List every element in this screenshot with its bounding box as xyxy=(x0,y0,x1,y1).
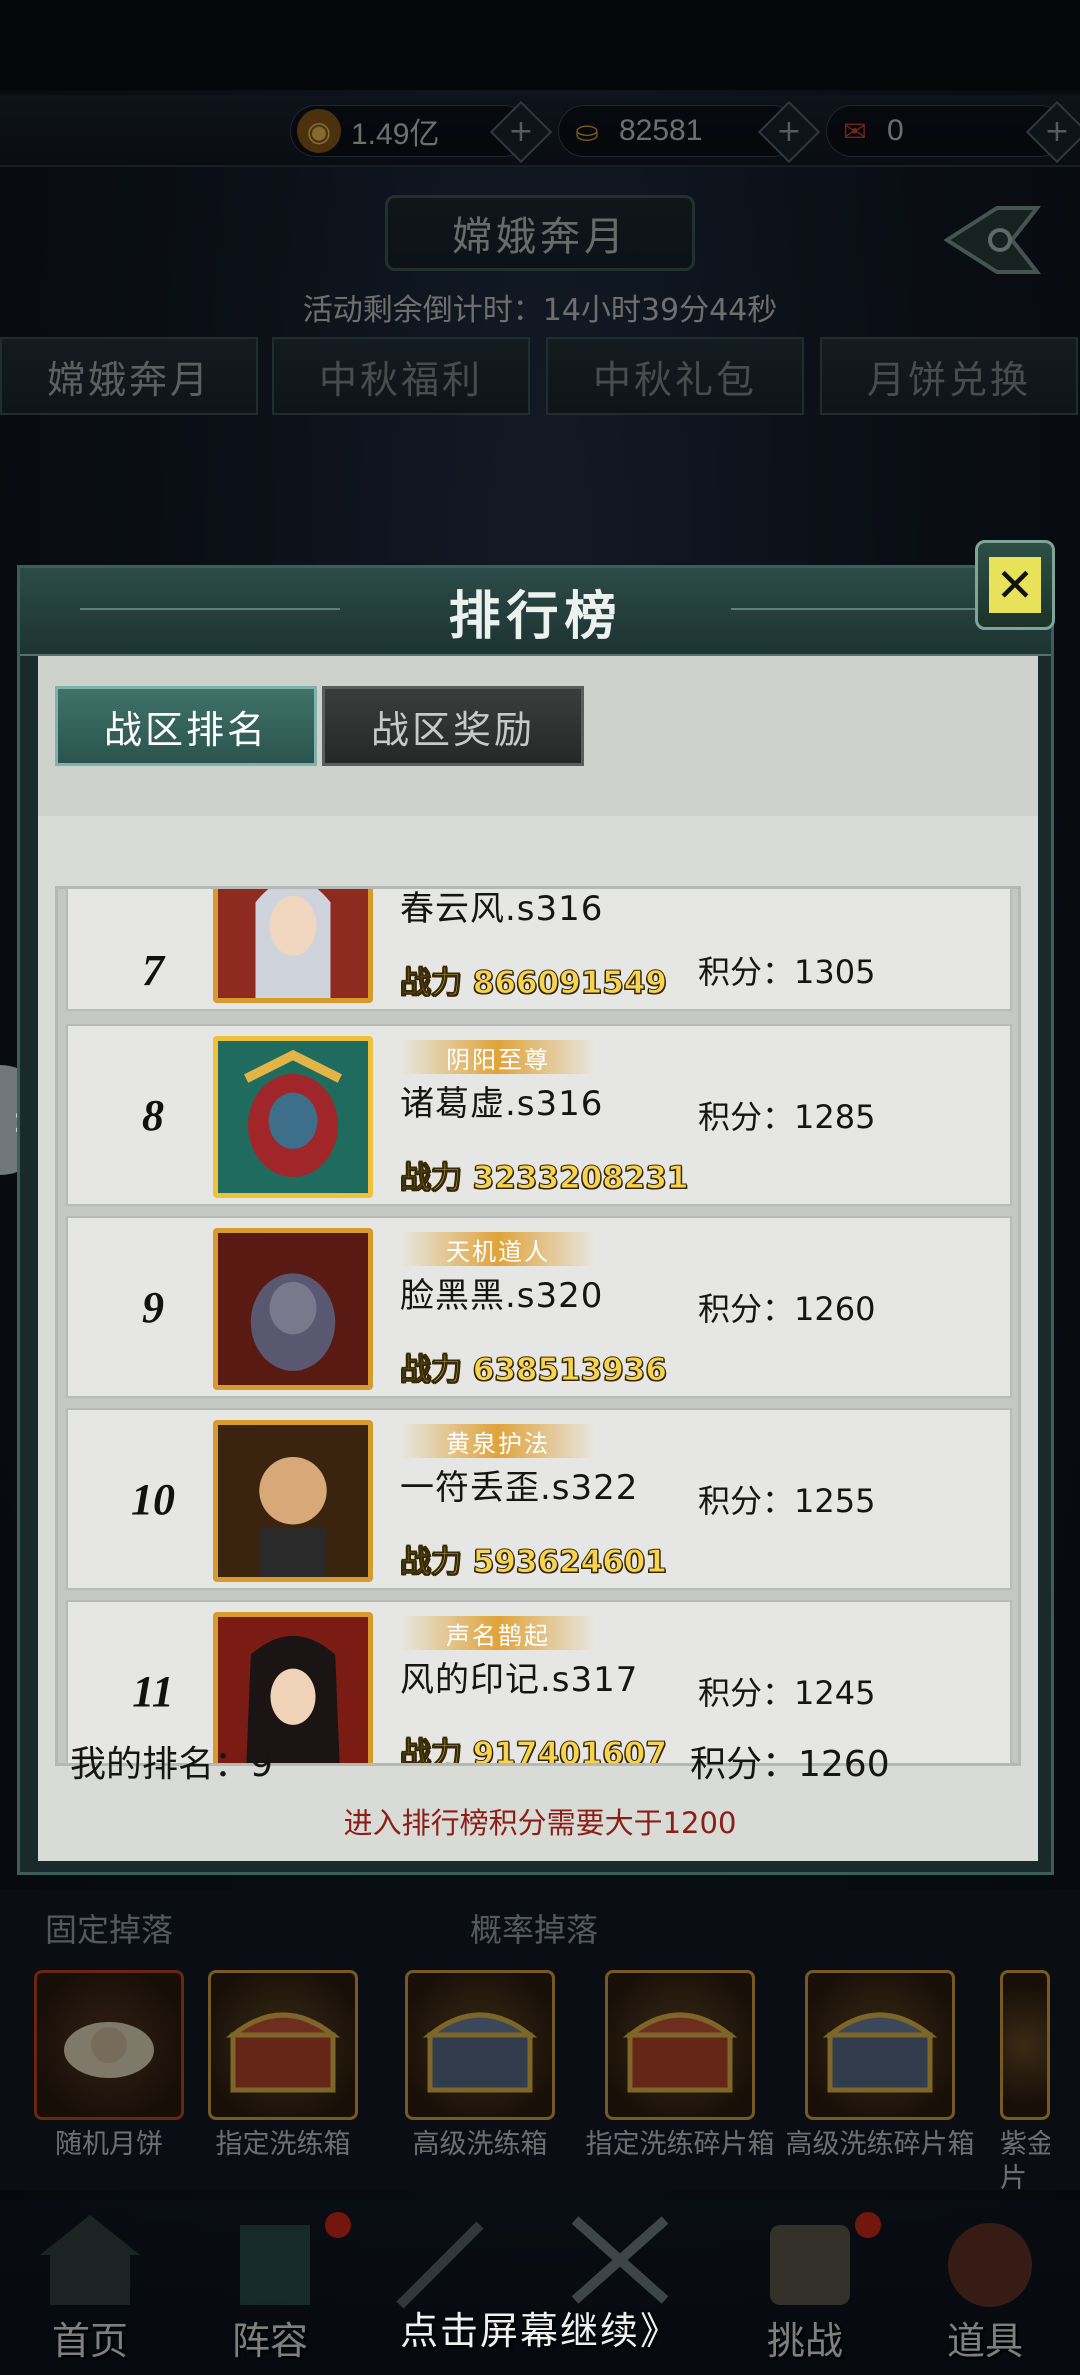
header-ornament xyxy=(731,608,991,610)
player-name: 诸葛虚.s316 xyxy=(400,1084,604,1124)
player-avatar xyxy=(213,1420,373,1582)
player-title-badge: 阴阳至尊 xyxy=(400,1040,596,1074)
rank-number: 8 xyxy=(142,1090,164,1140)
ranking-row[interactable]: 10 黄泉护法 一符丢歪.s322 战力 593624601 积分：1255 xyxy=(66,1408,1012,1590)
player-power: 战力 593624601 xyxy=(400,1544,668,1581)
rank-number: 7 xyxy=(142,945,164,995)
ranking-row[interactable]: 7 春云风.s316 战力 866091549 积分：1305 xyxy=(66,889,1012,1011)
player-title-badge: 声名鹊起 xyxy=(400,1616,596,1650)
player-power: 战力 917401607 xyxy=(400,1736,668,1766)
tap-to-continue[interactable]: 点击屏幕继续》 xyxy=(0,2300,1080,2355)
player-avatar xyxy=(213,1036,373,1198)
player-name: 风的印记.s317 xyxy=(400,1660,639,1700)
player-title-badge: 天机道人 xyxy=(400,1232,596,1266)
player-avatar xyxy=(213,889,373,1003)
ranking-row[interactable]: 9 天机道人 脸黑黑.s320 战力 638513936 积分：1260 xyxy=(66,1216,1012,1398)
ranking-requirement-note: 进入排行榜积分需要大于1200 xyxy=(343,1806,737,1840)
header-ornament xyxy=(80,608,340,610)
player-power: 战力 638513936 xyxy=(400,1352,668,1389)
tab-zone-rewards[interactable]: 战区奖励 xyxy=(322,686,584,766)
my-rank: 我的排名：9 xyxy=(70,1744,273,1785)
my-score: 积分：1260 xyxy=(690,1744,890,1785)
close-icon: ✕ xyxy=(989,557,1041,613)
ranking-list[interactable]: 7 春云风.s316 战力 866091549 积分：1305 8 阴阳至尊 诸… xyxy=(55,886,1021,1766)
player-name: 一符丢歪.s322 xyxy=(400,1468,639,1508)
rank-number: 10 xyxy=(131,1474,175,1524)
player-score: 积分：1260 xyxy=(698,1290,876,1328)
close-button[interactable]: ✕ xyxy=(975,540,1055,630)
panel-header: 排行榜 xyxy=(20,568,1051,656)
panel-body: 战区排名 战区奖励 7 春云风.s316 战力 866091549 积分：130… xyxy=(38,656,1038,1861)
ranking-panel: 排行榜 战区排名 战区奖励 7 春云风.s316 战力 866091549 积分… xyxy=(17,565,1054,1875)
player-score: 积分：1285 xyxy=(698,1098,876,1136)
player-power: 战力 866091549 xyxy=(400,965,668,1002)
rank-number: 9 xyxy=(142,1282,164,1332)
player-name: 脸黑黑.s320 xyxy=(400,1276,604,1316)
tab-zone-ranking[interactable]: 战区排名 xyxy=(55,686,317,766)
player-title-badge: 黄泉护法 xyxy=(400,1424,596,1458)
player-power: 战力 3233208231 xyxy=(400,1160,689,1197)
ranking-sub-tabs: 战区排名 战区奖励 xyxy=(38,656,1038,816)
panel-title: 排行榜 xyxy=(448,586,623,647)
player-name: 春云风.s316 xyxy=(400,889,604,929)
player-avatar xyxy=(213,1228,373,1390)
player-score: 积分：1305 xyxy=(698,953,876,991)
ranking-row[interactable]: 8 阴阳至尊 诸葛虚.s316 战力 3233208231 积分：1285 xyxy=(66,1024,1012,1206)
device-status-bar xyxy=(0,0,1080,90)
player-score: 积分：1255 xyxy=(698,1482,876,1520)
